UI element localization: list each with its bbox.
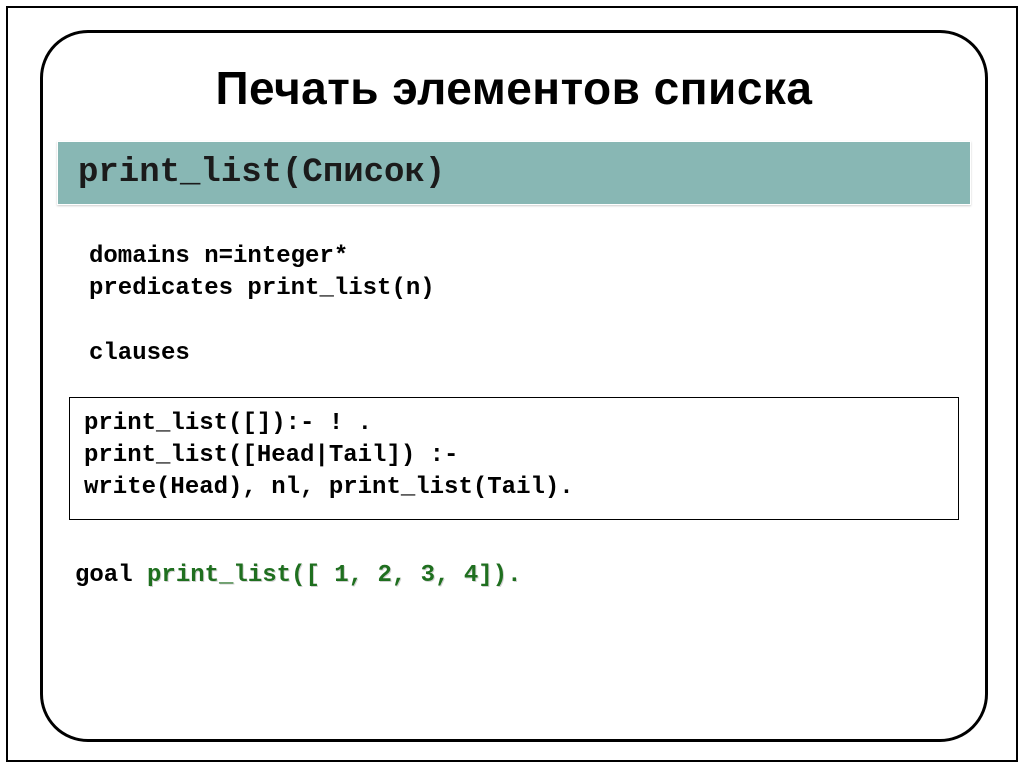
predicate-banner: print_list(Список)	[57, 141, 971, 205]
slide-card: Печать элементов списка print_list(Списо…	[40, 30, 988, 742]
predicate-banner-text: print_list(Список)	[78, 154, 445, 192]
slide-title: Печать элементов списка	[43, 61, 985, 115]
slide-outer-frame: Печать элементов списка print_list(Списо…	[6, 6, 1018, 762]
clauses-box: print_list([]):- ! . print_list([Head|Ta…	[69, 397, 959, 520]
goal-call: print_list([ 1, 2, 3, 4]).	[147, 562, 521, 589]
goal-line: goal print_list([ 1, 2, 3, 4]).	[75, 560, 985, 592]
goal-keyword: goal	[75, 562, 147, 589]
declarations-code: domains n=integer* predicates print_list…	[89, 241, 985, 371]
